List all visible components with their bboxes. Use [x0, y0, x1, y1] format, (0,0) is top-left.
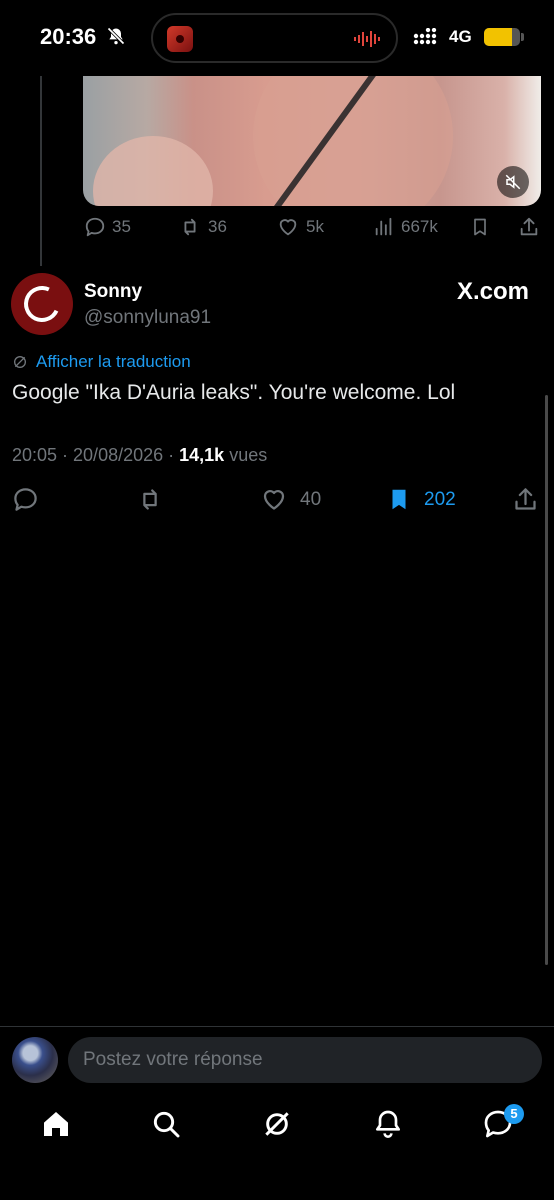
views-label: vues — [229, 445, 268, 465]
like-count: 5k — [306, 217, 324, 236]
status-time: 20:36 — [40, 24, 97, 49]
translate-icon — [14, 356, 26, 368]
like-button[interactable]: 40 — [260, 486, 321, 513]
nav-notifications[interactable] — [372, 1108, 404, 1140]
display-name[interactable]: Sonny — [84, 281, 142, 303]
divider — [0, 1026, 554, 1027]
reply-icon — [85, 217, 105, 237]
heart-icon — [279, 219, 297, 236]
reply-input[interactable] — [68, 1037, 542, 1083]
bookmark-button[interactable] — [470, 216, 496, 238]
bottom-nav — [0, 1100, 554, 1150]
repost-icon — [184, 218, 196, 236]
share-icon — [515, 488, 536, 510]
search-icon — [153, 1111, 180, 1138]
battery-fill — [484, 28, 513, 46]
bell-off-icon — [106, 26, 126, 46]
battery-icon — [484, 28, 520, 46]
share-icon — [520, 217, 538, 236]
messages-badge: 5 — [504, 1104, 524, 1124]
nav-grok[interactable] — [261, 1108, 293, 1140]
reply-icon — [14, 488, 37, 511]
signal-icon — [413, 27, 441, 46]
views-count: 14,1k — [179, 445, 225, 465]
bookmark-icon — [474, 218, 486, 236]
tweet-meta: 20:05 · 20/08/2026 · 14,1k vues — [12, 445, 267, 466]
like-count: 40 — [300, 488, 322, 510]
grok-icon — [265, 1112, 289, 1136]
reply-button[interactable] — [12, 486, 51, 513]
media-shape — [93, 136, 213, 206]
reply-button[interactable]: 35 — [84, 216, 131, 238]
app-icon — [167, 26, 193, 52]
nav-home[interactable] — [40, 1108, 72, 1140]
nav-search[interactable] — [150, 1108, 182, 1140]
scrollbar[interactable] — [545, 395, 548, 965]
status-bar: 20:36 4G — [0, 0, 554, 76]
bookmark-count: 202 — [424, 488, 456, 510]
avatar[interactable] — [11, 273, 73, 335]
network-type: 4G — [449, 27, 472, 46]
bookmark-filled-icon — [392, 489, 406, 510]
share-button[interactable] — [518, 216, 546, 238]
speaker-muted-icon — [505, 174, 521, 190]
repost-button[interactable] — [135, 486, 177, 513]
tweet-media-video[interactable] — [83, 76, 541, 206]
repost-icon — [143, 489, 157, 510]
current-user-avatar — [12, 1037, 58, 1083]
home-icon — [44, 1112, 68, 1136]
tweet-text: Google "Ika D'Auria leaks". You're welco… — [12, 381, 456, 404]
source-label: X.com — [456, 278, 529, 305]
repost-button[interactable]: 36 — [178, 216, 227, 238]
audio-wave-icon — [354, 30, 382, 48]
bookmark-button[interactable]: 202 — [386, 486, 456, 513]
reply-count: 35 — [112, 217, 131, 236]
timestamp: 20:05 · 20/08/2026 · — [12, 445, 175, 465]
tweet-actions: 40 202 — [0, 486, 554, 516]
user-handle[interactable]: @sonnyluna91 — [84, 307, 211, 329]
dynamic-island[interactable] — [151, 13, 398, 63]
views-count: 667k — [401, 217, 438, 236]
repost-count: 36 — [208, 217, 227, 236]
battery-cap — [521, 33, 524, 41]
avatar-logo — [18, 280, 66, 328]
translate-label: Afficher la traduction — [36, 352, 191, 371]
prev-tweet-actions: 35 36 5k 667k — [0, 216, 554, 244]
heart-icon — [263, 490, 285, 510]
translate-link[interactable]: Afficher la traduction — [12, 352, 191, 372]
mute-button[interactable] — [497, 166, 529, 198]
views-button[interactable]: 667k — [373, 216, 438, 238]
like-button[interactable]: 5k — [276, 216, 324, 238]
bell-icon — [376, 1110, 400, 1138]
views-icon — [375, 217, 392, 236]
